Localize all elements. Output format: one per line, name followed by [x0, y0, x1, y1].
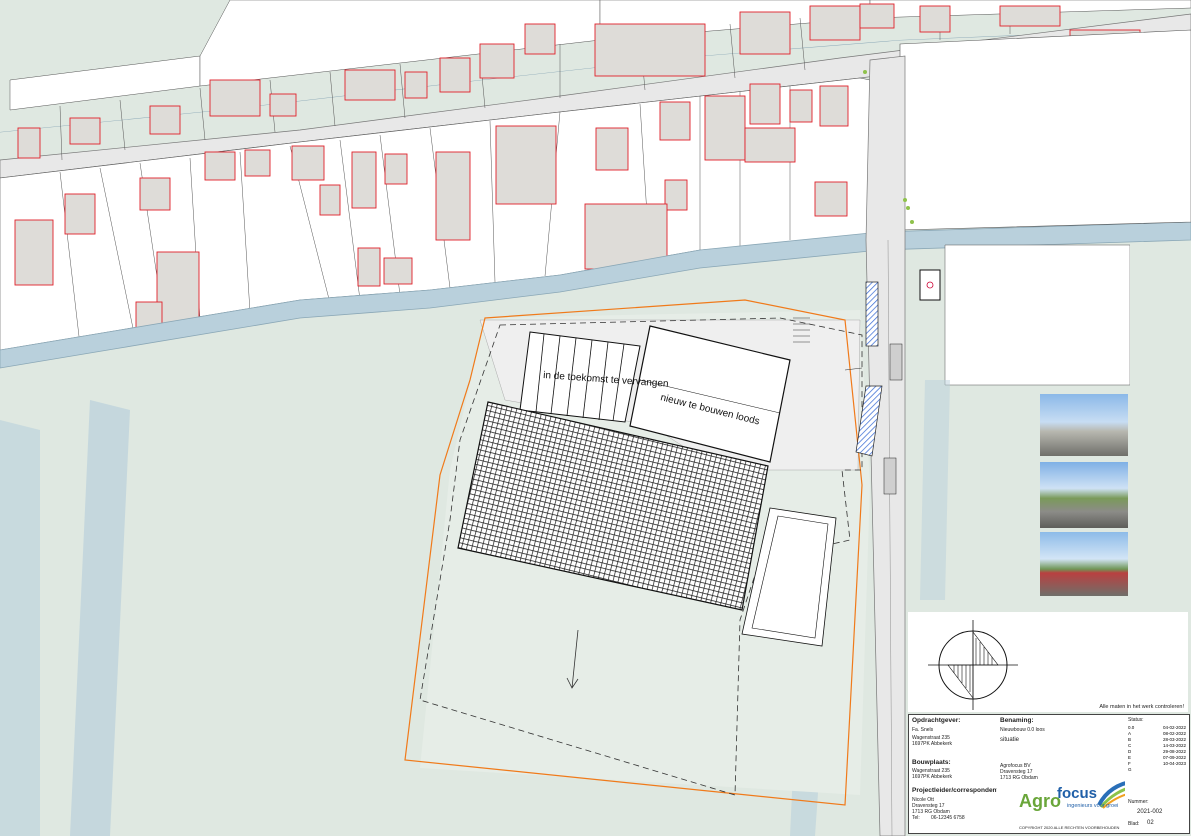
- site-photo-1: [1040, 394, 1128, 456]
- logo-focus: focus: [1057, 785, 1098, 802]
- logo-tagline: ingenieurs voor groei: [1067, 803, 1119, 809]
- name-heading: Benaming:: [1000, 717, 1034, 724]
- number-value: 2021-002: [1137, 809, 1163, 815]
- site-cell: Bouwplaats: Wagenstraat 235 1697PK Abbek…: [909, 757, 998, 786]
- site-heading: Bouwplaats:: [912, 759, 951, 766]
- blad-label: Blad:: [1128, 821, 1140, 827]
- status-label: Status:: [1128, 717, 1144, 723]
- revision-cell: Status: 0.0 04-02-2022 A 08-02-2022 B 28-03…: [1125, 715, 1188, 832]
- number-label: Nummer:: [1128, 799, 1149, 805]
- firm-cell: Agrofocus BV Dravensteg 17 1713 RG Obdam…: [997, 757, 1136, 832]
- name-value: Nieuwbouw 0.0 loos: [1000, 727, 1045, 733]
- revision-row: B 28-03-2022: [1128, 737, 1186, 742]
- title-block: Opdrachtgever: Fa. Snels Wagenstraat 235…: [908, 714, 1190, 834]
- lead-line-4: Tel:: [912, 815, 920, 821]
- revision-row: 0.0 04-02-2022: [1128, 725, 1186, 730]
- drawing-title: situatie: [1000, 737, 1020, 743]
- site-photo-2: [1040, 462, 1128, 528]
- revision-row: A 08-02-2022: [1128, 731, 1186, 736]
- blad-value: 02: [1147, 820, 1154, 826]
- revision-row: C 14-03-2022: [1128, 743, 1186, 748]
- client-line-1: Fa. Snels: [912, 727, 934, 733]
- lead-cell: Projectleider/correspondentie: Nicole Ot…: [909, 785, 1006, 832]
- name-cell: Benaming: Nieuwbouw 0.0 loos situatie: [997, 715, 1126, 758]
- site-photo-3: [1040, 532, 1128, 596]
- agrofocus-logo: Agro focus ingenieurs voor groei: [1019, 779, 1136, 823]
- compass-panel: Alle maten in het werk controleren!: [908, 612, 1188, 712]
- lead-heading: Projectleider/correspondentie:: [912, 787, 1007, 794]
- revision-row: G: [1128, 767, 1132, 772]
- revision-row: E 07-09-2022: [1128, 755, 1186, 760]
- copyright-text: COPYRIGHT 2020 ALLE RECHTEN VOORBEHOUDEN: [1019, 825, 1120, 830]
- revision-row: D 29-08-2022: [1128, 749, 1186, 754]
- north-arrow-icon: [928, 620, 1018, 710]
- client-cell: Opdrachtgever: Fa. Snels Wagenstraat 235…: [909, 715, 998, 758]
- client-line-3: 1697PK Abbekerk: [912, 741, 953, 747]
- site-line-2: 1697PK Abbekerk: [912, 774, 953, 780]
- verify-dimensions-note: Alle maten in het werk controleren!: [1099, 704, 1184, 710]
- lead-line-5: 06-12345 6758: [931, 815, 965, 821]
- revision-row: F 10-04-2023: [1128, 761, 1186, 766]
- client-heading: Opdrachtgever:: [912, 717, 961, 724]
- logo-agro: Agro: [1019, 791, 1061, 811]
